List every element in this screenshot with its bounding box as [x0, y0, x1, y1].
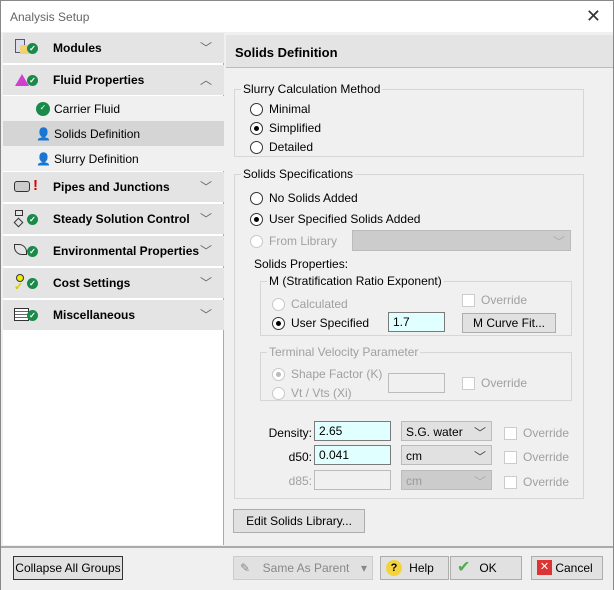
chevron-up-icon[interactable]: ︿ [200, 71, 212, 88]
sidebar-item-solids-definition[interactable]: 👤 Solids Definition [3, 121, 224, 146]
density-override-checkbox[interactable]: Override [504, 426, 569, 440]
help-button[interactable]: ? Help [380, 556, 449, 580]
density-unit-select[interactable]: S.G. water ﹀ [401, 421, 492, 441]
sidebar-item-slurry-definition[interactable]: 👤 Slurry Definition [3, 146, 224, 171]
footer-bar: Collapse All Groups ✎ Same As Parent ▾ ? He… [1, 546, 613, 590]
cancel-button[interactable]: ✕ Cancel [531, 556, 603, 580]
d50-unit-select[interactable]: cm ﹀ [401, 445, 492, 465]
checkmark-icon: ✔ [457, 559, 471, 576]
radio-simplified[interactable]: Simplified [250, 121, 321, 135]
help-icon: ? [386, 560, 402, 576]
m-curve-fit-button[interactable]: M Curve Fit... [462, 313, 556, 333]
sidebar-group-environmental-properties[interactable]: ✓ Environmental Properties ﹀ [3, 236, 224, 266]
list-icon: ✓ [13, 306, 39, 324]
main-panel: Solids Definition Slurry Calculation Met… [226, 33, 613, 545]
same-as-parent-dropdown[interactable]: ✎ Same As Parent ▾ [233, 556, 373, 580]
sidebar-group-modules[interactable]: ✓ Modules ﹀ [3, 33, 224, 63]
tvp-value-input[interactable] [388, 373, 445, 393]
sidebar: ✓ Modules ﹀ ✓ Fluid Properties ︿ ✓ Carrier … [3, 33, 224, 545]
m-override-checkbox[interactable]: Override [462, 293, 527, 307]
d85-unit-select[interactable]: cm ﹀ [401, 470, 492, 490]
d85-override-checkbox[interactable]: Override [504, 475, 569, 489]
pipe-icon: ! [13, 177, 39, 196]
chevron-down-icon[interactable]: ﹀ [200, 39, 212, 56]
d50-input[interactable]: 0.041 [314, 445, 391, 465]
ok-button[interactable]: ✔ OK [450, 556, 522, 580]
group-legend: M (Stratification Ratio Exponent) [269, 274, 442, 288]
sidebar-item-carrier-fluid[interactable]: ✓ Carrier Fluid [3, 96, 224, 121]
chevron-down-icon[interactable]: ﹀ [200, 210, 212, 227]
sidebar-group-fluid-properties[interactable]: ✓ Fluid Properties ︿ [3, 65, 224, 95]
chevron-down-icon[interactable]: ﹀ [200, 178, 212, 195]
radio-detailed[interactable]: Detailed [250, 140, 313, 154]
collapse-all-groups-button[interactable]: Collapse All Groups [13, 556, 123, 580]
density-label: Density: [268, 426, 312, 440]
library-select[interactable]: ﹀ [352, 230, 571, 251]
d50-override-checkbox[interactable]: Override [504, 450, 569, 464]
chevron-down-icon: ﹀ [473, 475, 486, 489]
radio-from-library[interactable]: From Library [250, 234, 337, 248]
d85-input[interactable] [314, 470, 391, 490]
m-value-input[interactable]: 1.7 [388, 312, 445, 332]
density-input[interactable]: 2.65 [314, 421, 391, 441]
radio-vt-vts[interactable]: Vt / Vts (Xi) [272, 386, 352, 400]
group-legend: Solids Specifications [243, 167, 354, 181]
chevron-down-icon[interactable]: ﹀ [200, 306, 212, 323]
flowchart-icon: ✓ [13, 210, 39, 228]
radio-m-user-specified[interactable]: User Specified [272, 316, 369, 330]
leaf-icon: ✓ [13, 242, 39, 260]
window-title: Analysis Setup [10, 10, 90, 24]
radio-shape-factor[interactable]: Shape Factor (K) [272, 367, 382, 381]
flask-icon: ✓ [13, 71, 39, 89]
sidebar-group-pipes-and-junctions[interactable]: ! Pipes and Junctions ﹀ [3, 172, 224, 202]
d50-label: d50: [288, 450, 312, 464]
sidebar-group-steady-solution-control[interactable]: ✓ Steady Solution Control ﹀ [3, 204, 224, 234]
chevron-down-icon[interactable]: ﹀ [200, 274, 212, 291]
chevron-down-icon: ﹀ [473, 426, 486, 440]
analysis-setup-window: Analysis Setup ✕ ✓ Modules ﹀ ✓ Fluid Prop… [0, 0, 614, 590]
panel-header: Solids Definition [226, 35, 613, 68]
sidebar-group-miscellaneous[interactable]: ✓ Miscellaneous ﹀ [3, 300, 224, 330]
user-edit-icon: 👤 [36, 127, 51, 141]
title-bar: Analysis Setup ✕ [1, 1, 613, 32]
chevron-down-icon[interactable]: ﹀ [200, 242, 212, 259]
d85-label: d85: [288, 474, 312, 488]
cancel-icon: ✕ [537, 560, 552, 575]
sidebar-group-cost-settings[interactable]: ✓ ✓ Cost Settings ﹀ [3, 268, 224, 298]
radio-user-specified-solids[interactable]: User Specified Solids Added [250, 212, 420, 226]
chevron-down-icon: ﹀ [552, 235, 565, 249]
radio-calculated[interactable]: Calculated [272, 297, 348, 311]
dropdown-arrow-icon: ▾ [360, 561, 367, 575]
radio-no-solids[interactable]: No Solids Added [250, 191, 358, 205]
check-icon: ✓ [36, 102, 50, 116]
chevron-down-icon: ﹀ [473, 450, 486, 464]
group-legend: Terminal Velocity Parameter [269, 345, 419, 359]
solids-properties-label: Solids Properties: [254, 257, 349, 271]
group-legend: Slurry Calculation Method [243, 82, 381, 96]
radio-minimal[interactable]: Minimal [250, 102, 310, 116]
modules-icon: ✓ [13, 39, 39, 57]
notepad-icon: ✎ [240, 561, 251, 575]
close-icon[interactable]: ✕ [586, 6, 601, 27]
user-edit-icon: 👤 [36, 152, 51, 166]
tvp-override-checkbox[interactable]: Override [462, 376, 527, 390]
edit-solids-library-button[interactable]: Edit Solids Library... [233, 509, 365, 533]
cost-icon: ✓ ✓ [13, 274, 39, 293]
